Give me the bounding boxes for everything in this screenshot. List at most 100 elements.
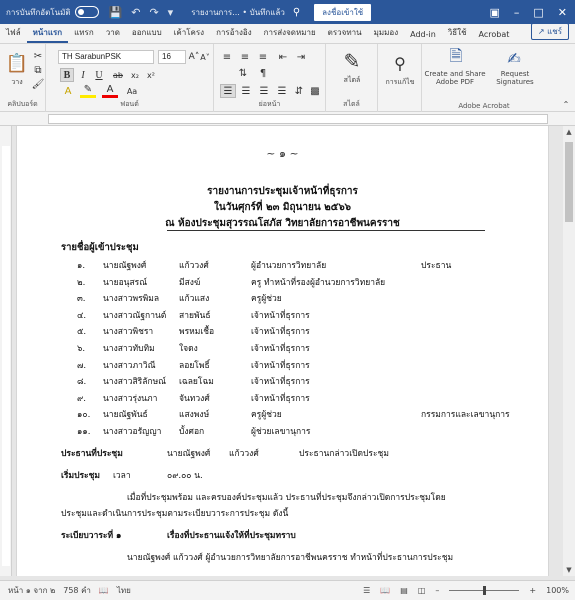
justify-icon[interactable]: ☰	[274, 84, 290, 98]
document-page[interactable]: ~ ๑ ~ รายงานการประชุมเจ้าหน้าที่ธุรการ ใ…	[16, 126, 549, 576]
bullets-icon[interactable]: ≡	[220, 50, 234, 64]
superscript-icon[interactable]: x²	[144, 68, 158, 82]
tab-2[interactable]: แทรก	[68, 26, 100, 43]
zoom-in-icon[interactable]: +	[529, 586, 536, 595]
focus-mode-icon[interactable]: ☰	[363, 586, 370, 595]
font-name-select[interactable]: TH SarabunPSK	[58, 50, 154, 64]
document-filename[interactable]: รายงานการ... • บันทึกแล้ว	[191, 6, 285, 19]
bold-icon[interactable]: B	[60, 68, 74, 82]
decrease-indent-icon[interactable]: ⇤	[276, 50, 290, 64]
paragraph-group-label: ย่อหน้า	[258, 100, 281, 108]
request-signatures-icon[interactable]: ✍	[504, 48, 524, 68]
increase-indent-icon[interactable]: ⇥	[294, 50, 308, 64]
print-layout-icon[interactable]: ▤	[400, 586, 408, 595]
align-center-icon[interactable]: ☰	[238, 84, 254, 98]
paste-label[interactable]: วาง	[4, 78, 30, 86]
attendee-no: ๑๐.	[77, 410, 91, 421]
tab-12[interactable]: Acrobat	[473, 30, 516, 43]
align-left-icon[interactable]: ☰	[220, 84, 236, 98]
scroll-thumb[interactable]	[565, 142, 573, 222]
italic-icon[interactable]: I	[76, 68, 90, 82]
format-painter-icon[interactable]: 🖌	[32, 78, 45, 90]
tab-0[interactable]: ไฟล์	[0, 26, 27, 43]
subscript-icon[interactable]: x₂	[128, 68, 142, 82]
chair-name: นายณัฐพงศ์	[167, 449, 211, 459]
ribbon-display-icon[interactable]: ▣	[489, 6, 499, 19]
web-layout-icon[interactable]: ◫	[418, 586, 426, 595]
create-pdf-icon[interactable]: 🗎	[446, 46, 466, 68]
redo-icon[interactable]: ↷	[149, 6, 158, 19]
zoom-slider-knob[interactable]	[483, 586, 487, 595]
tab-7[interactable]: การส่งจดหมาย	[258, 26, 322, 43]
font-size-select[interactable]: 16	[158, 50, 186, 64]
copy-icon[interactable]: ⧉	[32, 64, 44, 76]
shading-icon[interactable]: ▩	[308, 84, 322, 98]
title-bar: การบันทึกอัตโนมัติ 💾 ↶ ↷ ▾ รายงานการ... …	[0, 0, 575, 24]
create-pdf-label[interactable]: Create and Share Adobe PDF	[424, 70, 486, 86]
tab-1[interactable]: หน้าแรก	[26, 26, 69, 43]
change-case-icon[interactable]: Aa	[124, 84, 140, 98]
save-icon[interactable]: 💾	[109, 6, 123, 19]
autosave-toggle[interactable]	[74, 6, 99, 18]
page-count[interactable]: หน้า ๑ จาก ๒	[8, 584, 55, 597]
attendee-position: เจ้าหน้าที่ธุรการ	[251, 344, 310, 354]
tab-6[interactable]: การอ้างอิง	[210, 26, 258, 43]
shrink-font-icon[interactable]: A˅	[200, 50, 210, 64]
maximize-icon[interactable]: □	[533, 6, 543, 19]
styles-label[interactable]: สไตล์	[332, 76, 372, 84]
tab-10[interactable]: Add-in	[404, 30, 442, 43]
grow-font-icon[interactable]: A˄	[189, 50, 200, 64]
scroll-down-icon[interactable]: ▼	[563, 566, 575, 574]
tab-11[interactable]: วิธีใช้	[442, 26, 473, 43]
horizontal-ruler[interactable]	[0, 112, 575, 126]
language[interactable]: ไทย	[117, 584, 131, 597]
cut-icon[interactable]: ✂	[32, 50, 44, 62]
attendee-note	[421, 424, 537, 440]
undo-icon[interactable]: ↶	[131, 6, 140, 19]
attendee-last: ใจดง	[179, 344, 198, 354]
line-spacing-icon[interactable]: ⇵	[292, 84, 306, 98]
paragraph-group: ≡ ≡ ≡ ⇤ ⇥ ⇅ ¶ ☰ ☰ ☰ ☰ ⇵ ▩ ย่อหน้า	[214, 44, 326, 112]
tab-8[interactable]: ตรวจทาน	[322, 26, 368, 43]
styles-icon[interactable]: ✎	[338, 48, 366, 74]
underline-icon[interactable]: U	[92, 68, 106, 82]
zoom-level[interactable]: 100%	[546, 586, 569, 595]
word-count[interactable]: 758 คำ	[63, 584, 91, 597]
share-button[interactable]: ↗ แชร์	[530, 23, 569, 40]
tab-5[interactable]: เค้าโครง	[168, 26, 210, 43]
numbering-icon[interactable]: ≡	[238, 50, 252, 64]
highlight-icon[interactable]: ✎	[80, 84, 96, 98]
customize-icon[interactable]: ▾	[168, 6, 174, 19]
zoom-out-icon[interactable]: –	[435, 586, 439, 595]
minimize-icon[interactable]: –	[514, 6, 520, 19]
strikethrough-icon[interactable]: ab	[110, 68, 126, 82]
font-color-icon[interactable]: A	[102, 84, 118, 98]
acrobat-group-label: Adobe Acrobat	[458, 102, 510, 110]
sort-icon[interactable]: ⇅	[236, 66, 250, 80]
editing-label[interactable]: การแก้ไข	[380, 78, 420, 86]
request-signatures-label[interactable]: Request Signatures	[490, 70, 540, 86]
attendee-first: นางสาวพิชรา	[103, 327, 154, 338]
align-right-icon[interactable]: ☰	[256, 84, 272, 98]
tab-3[interactable]: วาด	[100, 26, 126, 43]
multilevel-list-icon[interactable]: ≡	[256, 50, 270, 64]
attendee-first: นางสาวทับทิม	[103, 344, 155, 354]
show-marks-icon[interactable]: ¶	[256, 66, 270, 80]
vertical-ruler[interactable]	[0, 126, 12, 576]
collapse-ribbon-icon[interactable]: ⌃	[560, 98, 572, 110]
attendee-row: ๑. นายณัฐพงศ์ แก้ววงศ์ ผู้อำนวยการวิทยาลัย ป…	[77, 258, 537, 274]
signin-button[interactable]: ลงชื่อเข้าใช้	[314, 3, 372, 21]
zoom-slider[interactable]	[449, 586, 520, 595]
search-icon[interactable]: ⚲	[293, 7, 300, 18]
attendee-row: ๙. นางสาวรุ่งนภา จันทวงศ์ เจ้าหน้าที่ธุรการ	[77, 391, 537, 407]
find-icon[interactable]: ⚲	[388, 52, 412, 74]
scroll-up-icon[interactable]: ▲	[563, 128, 575, 136]
tab-4[interactable]: ออกแบบ	[126, 26, 168, 43]
vertical-scrollbar[interactable]: ▲ ▼	[563, 126, 575, 576]
read-mode-icon[interactable]: 📖	[380, 586, 390, 595]
close-icon[interactable]: ✕	[558, 6, 567, 19]
tab-9[interactable]: มุมมอง	[368, 26, 405, 43]
paste-icon[interactable]: 📋	[6, 50, 28, 76]
proofing-icon[interactable]: 📖	[99, 586, 109, 595]
text-effects-icon[interactable]: A	[60, 84, 76, 98]
